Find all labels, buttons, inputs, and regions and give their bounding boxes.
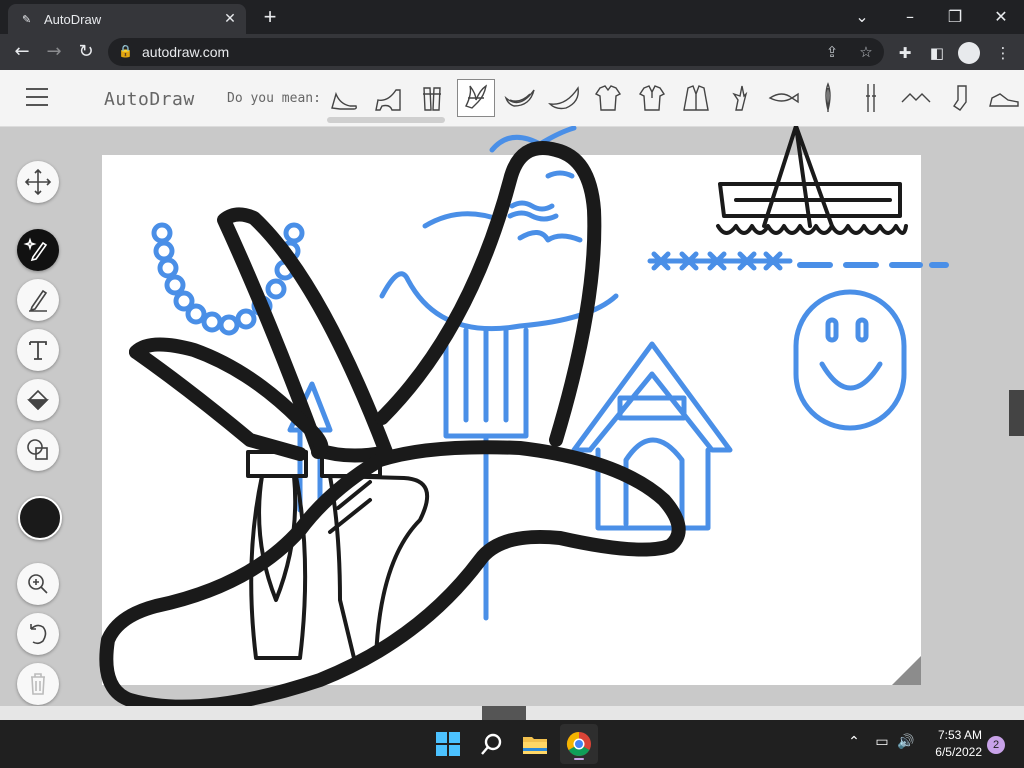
fill-icon xyxy=(27,389,49,411)
back-icon[interactable]: ← xyxy=(10,40,34,64)
delete-icon xyxy=(31,673,45,695)
url-text[interactable]: autodraw.com xyxy=(142,44,229,60)
suggestion-skis[interactable] xyxy=(854,80,890,116)
volume-icon[interactable]: 🔊 xyxy=(896,734,916,750)
fork-drawing xyxy=(443,327,529,621)
tab-search-icon[interactable]: ⌄ xyxy=(842,4,882,30)
undo-icon xyxy=(30,624,47,645)
suggestion-high-heel-2[interactable] xyxy=(370,80,406,116)
star-icon[interactable]: ☆ xyxy=(856,42,876,62)
delete-button[interactable] xyxy=(17,663,59,705)
zoom-icon xyxy=(28,574,48,594)
taskbar xyxy=(0,720,1024,768)
undo-button[interactable] xyxy=(17,613,59,655)
suggestion-hand[interactable] xyxy=(722,80,758,116)
move-icon xyxy=(24,168,52,196)
canvas-resize-handle[interactable] xyxy=(892,656,921,685)
suggestion-scrollbar[interactable] xyxy=(327,117,445,123)
drawing-layer[interactable] xyxy=(0,126,1024,706)
suggestion-bird[interactable] xyxy=(898,80,934,116)
zoom-tool-button[interactable] xyxy=(17,563,59,605)
app-logo: AutoDraw xyxy=(104,89,195,110)
reload-icon[interactable]: ↻ xyxy=(74,40,98,64)
clock-time[interactable]: 7:53 AM xyxy=(922,728,982,742)
new-tab-button[interactable]: + xyxy=(258,5,282,29)
suggestion-banana-2[interactable] xyxy=(546,80,582,116)
horizontal-scroll-thumb[interactable] xyxy=(482,706,526,720)
suggestion-ballet-shoes[interactable] xyxy=(414,80,450,116)
suggestion-feather[interactable] xyxy=(810,80,846,116)
chrome-icon[interactable] xyxy=(563,728,595,760)
autodraw-icon xyxy=(23,237,48,262)
autodraw-tool-button[interactable] xyxy=(17,229,59,271)
move-tool-button[interactable] xyxy=(17,161,59,203)
doghouse-drawing xyxy=(571,341,733,531)
fill-tool-button[interactable] xyxy=(17,379,59,421)
suggestion-fish[interactable] xyxy=(766,80,802,116)
tab-close-icon[interactable]: ✕ xyxy=(222,10,238,26)
suggestion-high-heel[interactable] xyxy=(326,80,362,116)
stitch-drawing xyxy=(647,251,793,271)
profile-icon[interactable] xyxy=(958,42,980,64)
clock-date[interactable]: 6/5/2022 xyxy=(922,745,982,759)
suggestion-sock[interactable] xyxy=(942,80,978,116)
draw-tool-button[interactable] xyxy=(17,279,59,321)
close-window-button[interactable]: ✕ xyxy=(981,4,1021,30)
draw-icon xyxy=(29,289,48,312)
extensions-icon[interactable]: ✚ xyxy=(894,42,916,64)
sidepanel-icon[interactable]: ◧ xyxy=(926,42,948,64)
boat-drawing xyxy=(716,182,908,235)
suggestion-prompt: Do you mean: xyxy=(227,91,321,106)
forward-icon[interactable]: → xyxy=(42,40,66,64)
notification-badge[interactable]: 2 xyxy=(987,736,1005,754)
kebab-icon[interactable]: ⋮ xyxy=(992,42,1014,64)
hamburger-menu-icon[interactable] xyxy=(26,88,48,106)
windows-start-icon[interactable] xyxy=(432,728,464,760)
shape-tool-button[interactable] xyxy=(17,429,59,471)
suggestion-shoe[interactable] xyxy=(986,80,1022,116)
smiley-drawing xyxy=(793,289,907,431)
file-explorer-icon[interactable] xyxy=(519,728,551,760)
browser-tab[interactable]: ✎ AutoDraw ✕ xyxy=(8,4,246,34)
suggestion-polo-shirt[interactable] xyxy=(634,80,670,116)
tray-chevron-icon[interactable]: ⌃ xyxy=(844,734,864,750)
minimize-button[interactable]: – xyxy=(890,4,930,30)
lock-icon[interactable]: 🔒 xyxy=(118,44,133,58)
shape-icon xyxy=(27,439,48,460)
type-icon xyxy=(29,341,47,360)
suggestion-palm-tree[interactable] xyxy=(457,79,495,117)
search-icon[interactable] xyxy=(476,728,508,760)
autodraw-favicon-icon: ✎ xyxy=(22,13,32,26)
type-tool-button[interactable] xyxy=(17,329,59,371)
suggestion-jacket[interactable] xyxy=(678,80,714,116)
vertical-scroll-thumb[interactable] xyxy=(1009,390,1024,436)
suggestion-banana[interactable] xyxy=(502,80,538,116)
network-icon[interactable]: ▭ xyxy=(872,734,892,750)
restore-button[interactable]: ❐ xyxy=(935,4,975,30)
tab-title: AutoDraw xyxy=(44,12,102,27)
suggestion-shirt[interactable] xyxy=(590,80,626,116)
share-icon[interactable]: ⇪ xyxy=(822,42,842,62)
color-picker-button[interactable] xyxy=(18,496,62,540)
